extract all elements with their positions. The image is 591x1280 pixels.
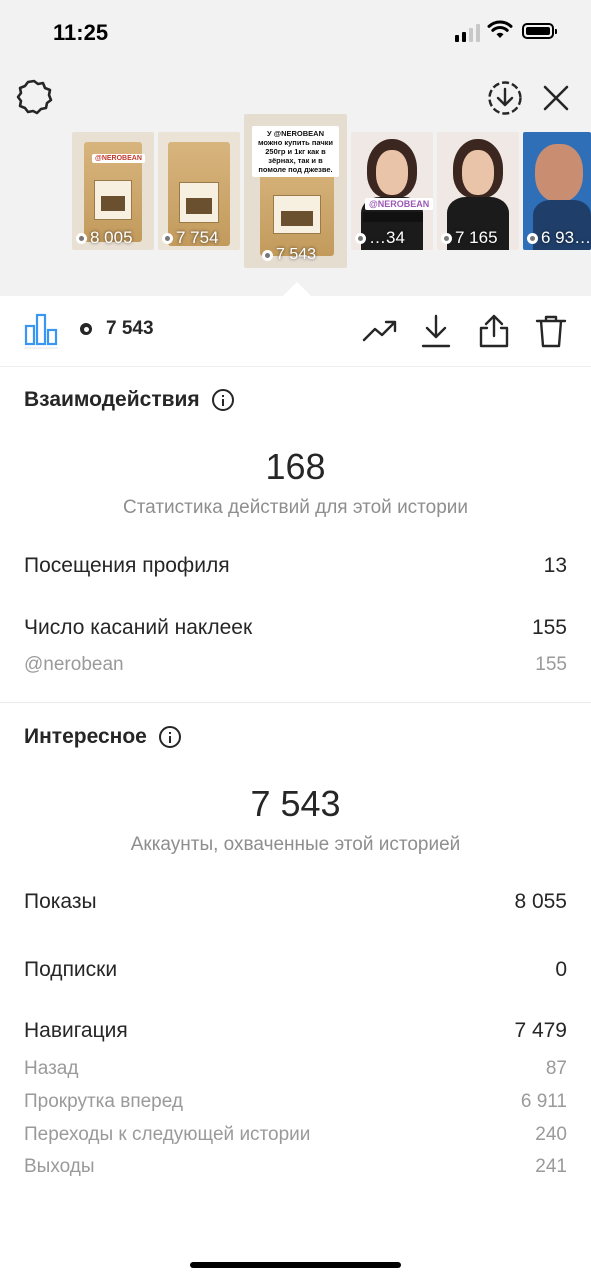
stat-value: 155 <box>531 616 567 639</box>
stat-sub-row: Выходы 241 <box>24 1156 567 1178</box>
active-tab-underline <box>24 347 58 349</box>
wifi-icon <box>487 20 513 38</box>
story-thumbnail[interactable]: 6 93… <box>523 132 591 250</box>
cellular-signal-icon <box>455 24 480 42</box>
status-time: 11:25 <box>53 20 109 45</box>
close-icon[interactable] <box>542 84 570 112</box>
story-view-count: 7 543 <box>80 318 154 340</box>
settings-gear-icon[interactable] <box>15 78 53 116</box>
story-views: 7 754 <box>176 228 219 247</box>
stat-label: Посещения профиля <box>24 554 230 577</box>
story-sticker-text: У @NEROBEAN можно купить пачки 250гр и 1… <box>252 126 339 178</box>
story-thumbnail[interactable]: @NEROBEAN …34 <box>351 132 433 250</box>
selected-story-pointer <box>283 282 311 296</box>
stat-sub-label: @nerobean <box>24 654 124 675</box>
download-archive-icon[interactable] <box>487 80 523 116</box>
insights-toolbar: 7 543 <box>0 296 591 367</box>
story-thumbnail[interactable]: @NEROBEAN 8 005 <box>72 132 154 250</box>
interactions-caption: Статистика действий для этой истории <box>122 497 469 518</box>
stat-label: Подписки <box>24 958 118 981</box>
stat-row: Число касаний наклеек 155 <box>24 616 567 640</box>
story-views: 7 165 <box>455 228 498 247</box>
story-views: 7 543 <box>276 246 317 263</box>
stat-sub-row: Назад 87 <box>24 1058 567 1080</box>
story-thumbnail[interactable]: 7 165 <box>437 132 519 250</box>
stat-sub-row: Прокрутка вперед 6 911 <box>24 1091 567 1113</box>
story-header: @NEROBEAN 8 005 7 754 У @NEROBEAN можно … <box>0 62 591 296</box>
stat-sub-label: Прокрутка вперед <box>24 1091 183 1112</box>
stat-value: 8 055 <box>514 890 567 913</box>
story-mention-tag: @NEROBEAN <box>365 198 433 210</box>
discovery-section-title: Интересное <box>24 725 181 749</box>
stat-row: Подписки 0 <box>24 958 567 982</box>
stat-sub-value: 240 <box>535 1124 567 1145</box>
stat-sub-value: 6 911 <box>520 1091 567 1112</box>
stat-value: 7 479 <box>514 1019 567 1042</box>
stat-label: Навигация <box>24 1019 128 1042</box>
stat-row: Посещения профиля 13 <box>24 554 567 578</box>
story-thumbnail-selected[interactable]: У @NEROBEAN можно купить пачки 250гр и 1… <box>244 114 347 268</box>
info-icon[interactable] <box>158 726 181 748</box>
interactions-total: 168 <box>265 446 326 487</box>
stat-sub-value: 241 <box>535 1156 567 1177</box>
story-views: 8 005 <box>90 228 133 247</box>
stat-sub-value: 155 <box>535 654 567 675</box>
eye-icon <box>80 323 92 335</box>
story-views: …34 <box>369 228 405 247</box>
stat-value: 0 <box>555 958 567 981</box>
stat-sub-label: Переходы к следующей истории <box>24 1124 311 1145</box>
delete-trash-icon[interactable] <box>534 313 568 349</box>
stat-sub-row: Переходы к следующей истории 240 <box>24 1124 567 1146</box>
download-icon[interactable] <box>420 313 452 349</box>
discovery-title: Интересное <box>24 725 147 748</box>
status-bar: 11:25 <box>0 0 591 62</box>
share-icon[interactable] <box>477 313 511 349</box>
interactions-section-title: Взаимодействия <box>24 388 234 412</box>
discovery-caption: Аккаунты, охваченные этой историей <box>130 834 461 855</box>
stat-label: Показы <box>24 890 97 913</box>
stat-sub-label: Назад <box>24 1058 79 1079</box>
story-thumbnails: @NEROBEAN 8 005 7 754 У @NEROBEAN можно … <box>0 114 591 274</box>
home-indicator[interactable] <box>190 1262 401 1268</box>
story-views: 6 93… <box>541 228 591 247</box>
section-divider <box>0 702 591 703</box>
stat-sub-value: 87 <box>545 1058 567 1079</box>
info-icon[interactable] <box>211 389 234 411</box>
bar-chart-icon[interactable] <box>24 312 58 346</box>
stat-label: Число касаний наклеек <box>24 616 253 639</box>
stat-sub-row: @nerobean 155 <box>24 654 567 676</box>
stat-sub-label: Выходы <box>24 1156 95 1177</box>
discovery-total: 7 543 <box>250 783 341 824</box>
stat-value: 13 <box>543 554 567 577</box>
story-thumbnail[interactable]: 7 754 <box>158 132 240 250</box>
story-view-count-value: 7 543 <box>106 318 154 339</box>
promote-trend-icon[interactable] <box>362 318 398 344</box>
stat-row: Показы 8 055 <box>24 890 567 914</box>
stat-row: Навигация 7 479 <box>24 1019 567 1043</box>
battery-icon <box>522 23 557 39</box>
interactions-title: Взаимодействия <box>24 388 200 411</box>
